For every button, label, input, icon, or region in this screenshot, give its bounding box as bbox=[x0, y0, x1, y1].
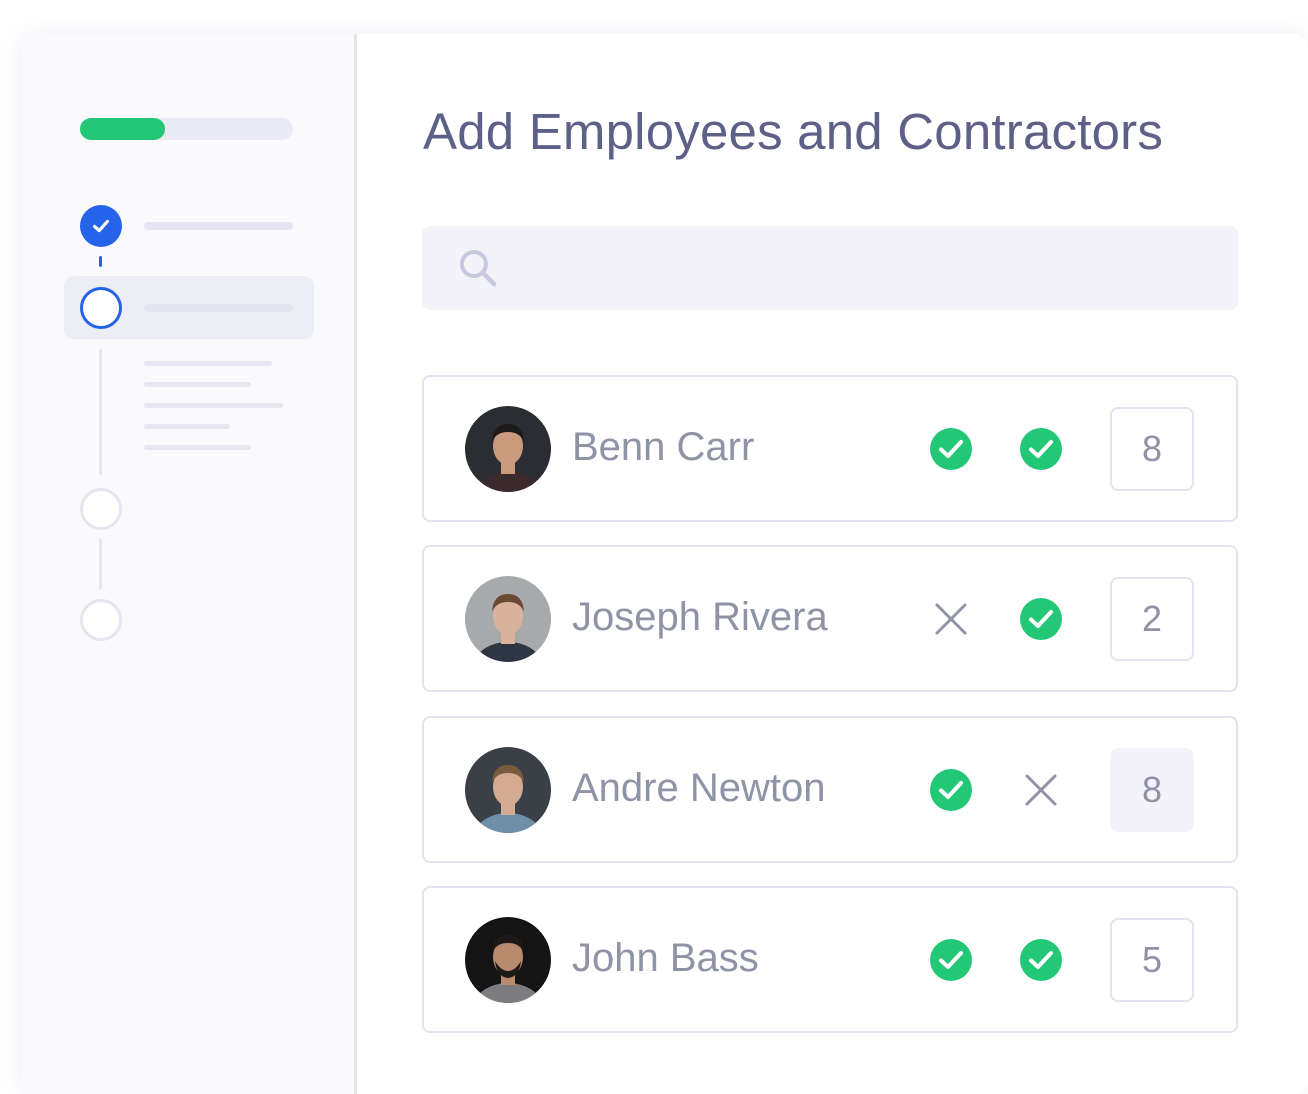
checkmark-icon bbox=[93, 219, 109, 233]
page-title: Add Employees and Contractors bbox=[423, 103, 1164, 160]
employee-name: Benn Carr bbox=[572, 425, 755, 469]
employee-row[interactable]: Andre Newton 8 bbox=[422, 716, 1238, 863]
check-circle-icon[interactable] bbox=[929, 938, 973, 982]
employee-row[interactable]: Joseph Rivera 2 bbox=[422, 545, 1238, 692]
step-2-current-indicator[interactable] bbox=[80, 287, 122, 329]
step-2-label-placeholder bbox=[144, 304, 293, 312]
count-input[interactable]: 8 bbox=[1110, 407, 1194, 491]
avatar bbox=[465, 576, 551, 662]
step-1-label-placeholder bbox=[144, 222, 293, 230]
search-icon bbox=[460, 250, 497, 287]
close-icon[interactable] bbox=[1019, 768, 1063, 812]
step-4-pending-indicator[interactable] bbox=[80, 599, 122, 641]
wizard-progress-fill bbox=[80, 118, 166, 140]
step-connector bbox=[99, 539, 102, 589]
step-3-pending-indicator[interactable] bbox=[80, 488, 122, 530]
check-circle-icon[interactable] bbox=[1019, 427, 1063, 471]
check-circle-icon[interactable] bbox=[1019, 597, 1063, 641]
count-input[interactable]: 8 bbox=[1110, 748, 1194, 832]
count-input[interactable]: 5 bbox=[1110, 918, 1194, 1002]
check-circle-icon[interactable] bbox=[929, 427, 973, 471]
employee-row[interactable]: Benn Carr 8 bbox=[422, 375, 1238, 522]
wizard-progress-bar bbox=[80, 118, 293, 140]
search-input[interactable] bbox=[422, 226, 1238, 310]
step-1-done-indicator[interactable] bbox=[80, 205, 122, 247]
check-circle-icon[interactable] bbox=[929, 768, 973, 812]
substep-placeholder bbox=[144, 403, 283, 408]
substep-placeholder bbox=[144, 424, 230, 429]
employee-name: Joseph Rivera bbox=[572, 595, 828, 639]
avatar bbox=[465, 747, 551, 833]
app-window: Add Employees and Contractors Benn Carr 8… bbox=[22, 34, 1308, 1094]
employee-name: Andre Newton bbox=[572, 766, 826, 810]
substep-placeholder bbox=[144, 382, 251, 387]
employee-name: John Bass bbox=[572, 936, 759, 980]
avatar bbox=[465, 406, 551, 492]
count-input[interactable]: 2 bbox=[1110, 577, 1194, 661]
step-connector bbox=[99, 256, 102, 267]
substep-placeholder bbox=[144, 445, 251, 450]
substep-placeholder bbox=[144, 361, 272, 366]
wizard-sidebar bbox=[22, 34, 357, 1094]
employee-row[interactable]: John Bass 5 bbox=[422, 886, 1238, 1033]
avatar bbox=[465, 917, 551, 1003]
check-circle-icon[interactable] bbox=[1019, 938, 1063, 982]
step-connector bbox=[99, 349, 102, 475]
close-icon[interactable] bbox=[929, 597, 973, 641]
main-content: Add Employees and Contractors Benn Carr 8… bbox=[357, 34, 1308, 1094]
